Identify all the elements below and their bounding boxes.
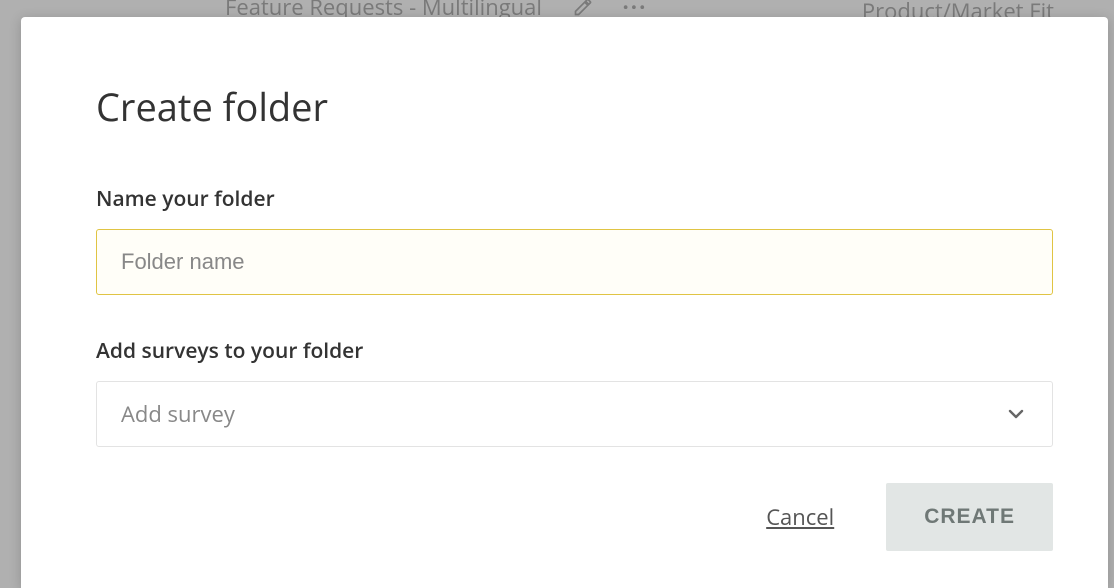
create-button[interactable]: CREATE [886,483,1053,551]
survey-field-label: Add surveys to your folder [96,337,1053,365]
cancel-button[interactable]: Cancel [766,502,834,532]
name-field-label: Name your folder [96,185,1053,213]
select-placeholder: Add survey [121,399,235,429]
more-icon: ··· [624,0,646,18]
bg-survey-title-left: Feature Requests - Multilingual [225,0,542,18]
survey-field-block: Add surveys to your folder Add survey [96,337,1053,447]
add-survey-select[interactable]: Add survey [96,381,1053,447]
bg-survey-title-right: Product/Market Fit [862,0,1054,18]
modal-title: Create folder [96,81,1053,133]
pencil-icon [572,0,594,18]
chevron-down-icon [1004,402,1028,426]
background-row: Feature Requests - Multilingual ··· Prod… [0,0,1114,18]
name-field-block: Name your folder [96,185,1053,295]
modal-actions: Cancel CREATE [96,483,1053,551]
create-folder-modal: Create folder Name your folder Add surve… [21,17,1108,588]
folder-name-input[interactable] [96,229,1053,295]
